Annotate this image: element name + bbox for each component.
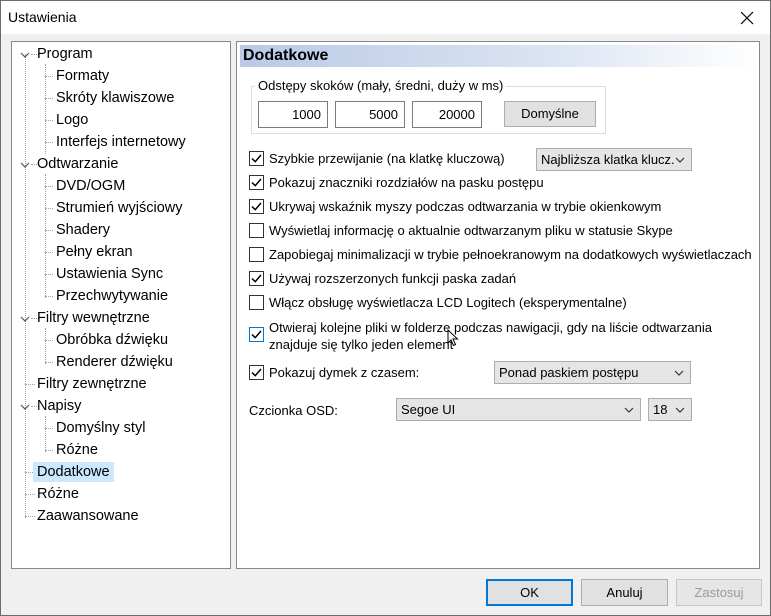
- option-prevent-minimize[interactable]: Zapobiegaj minimalizacji w trybie pełnoe…: [249, 246, 752, 264]
- seek-intervals-label: Odstępy skoków (mały, średni, duży w ms): [255, 78, 507, 93]
- checkmark-icon: [251, 154, 262, 163]
- tree-item-napisy[interactable]: Napisy: [33, 396, 85, 416]
- skype-status-checkbox[interactable]: [249, 223, 264, 238]
- page-title: Dodatkowe: [240, 45, 756, 67]
- tree-item-formaty[interactable]: Formaty: [52, 66, 113, 86]
- close-icon: [740, 11, 754, 24]
- apply-button[interactable]: Zastosuj: [676, 579, 762, 606]
- option-chapter-markers[interactable]: Pokazuj znaczniki rozdziałów na pasku po…: [249, 174, 544, 192]
- skype-status-label: Wyświetlaj informację o aktualnie odtwar…: [269, 223, 673, 238]
- tree-item-logo[interactable]: Logo: [52, 110, 92, 130]
- tree-item-napisy-rozne[interactable]: Różne: [52, 440, 102, 460]
- tree-item-rozne[interactable]: Różne: [33, 484, 83, 504]
- chevron-down-icon: [674, 370, 684, 376]
- prevent-minimize-checkbox[interactable]: [249, 247, 264, 262]
- tree-item-domyslny-styl[interactable]: Domyślny styl: [52, 418, 149, 438]
- tree-item-obrobka-dzwieku[interactable]: Obróbka dźwięku: [52, 330, 172, 350]
- hide-mouse-label: Ukrywaj wskaźnik myszy podczas odtwarzan…: [269, 199, 662, 214]
- checkmark-icon: [251, 202, 262, 211]
- tree-item-filtry-zewnetrzne[interactable]: Filtry zewnętrzne: [33, 374, 151, 394]
- checkmark-icon: [251, 330, 262, 339]
- tree-item-renderer-dzwieku[interactable]: Renderer dźwięku: [52, 352, 177, 372]
- logitech-lcd-label: Włącz obsługę wyświetlacza LCD Logitech …: [269, 295, 627, 310]
- time-tooltip-select[interactable]: Ponad paskiem postępu: [494, 361, 691, 384]
- osd-size-select[interactable]: 18: [648, 398, 692, 421]
- fast-seek-checkbox[interactable]: [249, 151, 264, 166]
- tree-item-filtry-wewnetrzne[interactable]: Filtry wewnętrzne: [33, 308, 154, 328]
- time-tooltip-label: Pokazuj dymek z czasem:: [269, 365, 420, 380]
- ok-button[interactable]: OK: [486, 579, 573, 606]
- logitech-lcd-checkbox[interactable]: [249, 295, 264, 310]
- chevron-down-icon: [675, 407, 685, 413]
- osd-font-select-value: Segoe UI: [401, 402, 456, 417]
- checkmark-icon: [251, 274, 262, 283]
- cancel-button[interactable]: Anuluj: [581, 579, 668, 606]
- mouse-cursor-icon: [447, 329, 459, 347]
- option-hide-mouse[interactable]: Ukrywaj wskaźnik myszy podczas odtwarzan…: [249, 198, 661, 216]
- tree-item-shadery[interactable]: Shadery: [52, 220, 114, 240]
- option-taskbar[interactable]: Używaj rozszerzonych funkcji paska zadań: [249, 270, 516, 288]
- settings-dialog: Ustawienia Program Formaty Skróty klawis…: [0, 0, 771, 616]
- fast-seek-label: Szybkie przewijanie (na klatkę kluczową): [269, 151, 505, 166]
- fast-seek-select-value: Najbliższa klatka klucz.: [541, 152, 675, 167]
- next-files-label: Otwieraj kolejne pliki w folderze podcza…: [269, 320, 712, 352]
- chapter-markers-label: Pokazuj znaczniki rozdziałów na pasku po…: [269, 175, 544, 190]
- defaults-button[interactable]: Domyślne: [504, 101, 596, 127]
- checkmark-icon: [251, 368, 262, 377]
- seek-medium-input[interactable]: 5000: [335, 101, 405, 128]
- osd-font-label: Czcionka OSD:: [249, 403, 338, 418]
- time-tooltip-select-value: Ponad paskiem postępu: [499, 365, 639, 380]
- tree-item-dvd[interactable]: DVD/OGM: [52, 176, 129, 196]
- tree-item-przechwytywanie[interactable]: Przechwytywanie: [52, 286, 172, 306]
- chapter-markers-checkbox[interactable]: [249, 175, 264, 190]
- prevent-minimize-label: Zapobiegaj minimalizacji w trybie pełnoe…: [269, 247, 752, 262]
- option-skype-status[interactable]: Wyświetlaj informację o aktualnie odtwar…: [249, 222, 673, 240]
- taskbar-label: Używaj rozszerzonych funkcji paska zadań: [269, 271, 517, 286]
- tree-item-interfejs[interactable]: Interfejs internetowy: [52, 132, 190, 152]
- option-time-tooltip[interactable]: Pokazuj dymek z czasem:: [249, 364, 419, 382]
- chevron-down-icon[interactable]: [20, 50, 30, 60]
- chevron-down-icon: [675, 157, 685, 163]
- window-title: Ustawienia: [8, 9, 77, 25]
- tree-item-skroty[interactable]: Skróty klawiszowe: [52, 88, 178, 108]
- settings-page: Dodatkowe Odstępy skoków (mały, średni, …: [236, 41, 760, 569]
- osd-font-select[interactable]: Segoe UI: [396, 398, 641, 421]
- seek-small-input[interactable]: 1000: [258, 101, 328, 128]
- next-files-checkbox[interactable]: [249, 327, 264, 342]
- seek-large-input[interactable]: 20000: [412, 101, 482, 128]
- tree-item-pelny-ekran[interactable]: Pełny ekran: [52, 242, 137, 262]
- option-next-files[interactable]: Otwieraj kolejne pliki w folderze podcza…: [249, 319, 739, 355]
- chevron-down-icon: [624, 407, 634, 413]
- tree-item-strumien[interactable]: Strumień wyjściowy: [52, 198, 187, 218]
- chevron-down-icon[interactable]: [20, 402, 30, 412]
- tree-item-odtwarzanie[interactable]: Odtwarzanie: [33, 154, 122, 174]
- option-fast-seek[interactable]: Szybkie przewijanie (na klatkę kluczową): [249, 150, 505, 168]
- chevron-down-icon[interactable]: [20, 314, 30, 324]
- taskbar-checkbox[interactable]: [249, 271, 264, 286]
- chevron-down-icon[interactable]: [20, 160, 30, 170]
- hide-mouse-checkbox[interactable]: [249, 199, 264, 214]
- tree-item-dodatkowe[interactable]: Dodatkowe: [33, 462, 114, 482]
- osd-size-select-value: 18: [653, 402, 668, 417]
- fast-seek-select[interactable]: Najbliższa klatka klucz.: [536, 148, 692, 171]
- title-bar: Ustawienia: [1, 1, 770, 34]
- settings-tree[interactable]: Program Formaty Skróty klawiszowe Logo I…: [11, 41, 231, 569]
- tree-item-sync[interactable]: Ustawienia Sync: [52, 264, 167, 284]
- close-button[interactable]: [724, 1, 770, 34]
- checkmark-icon: [251, 178, 262, 187]
- time-tooltip-checkbox[interactable]: [249, 365, 264, 380]
- tree-item-program[interactable]: Program: [33, 44, 97, 64]
- tree-item-zaawansowane[interactable]: Zaawansowane: [33, 506, 143, 526]
- option-logitech-lcd[interactable]: Włącz obsługę wyświetlacza LCD Logitech …: [249, 294, 627, 312]
